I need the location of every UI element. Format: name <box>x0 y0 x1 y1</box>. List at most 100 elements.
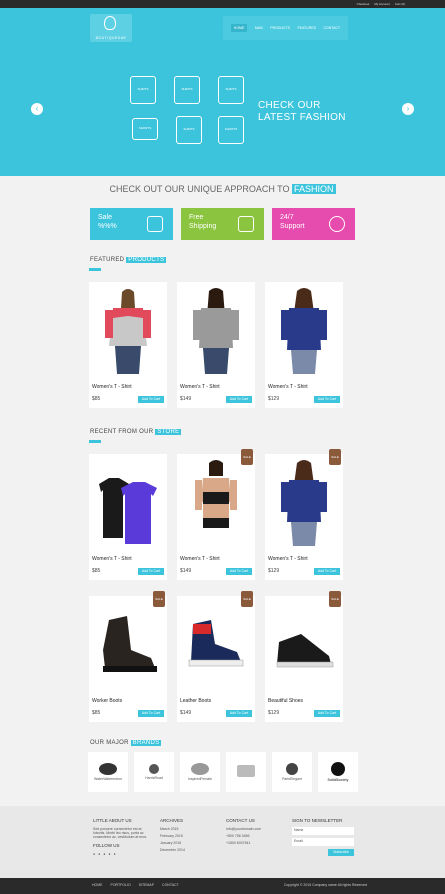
brand-logo[interactable]: WaterWatermelon <box>88 752 128 792</box>
brand-logo[interactable]: HarrisRoad <box>134 752 174 792</box>
product-name[interactable]: Women's T - Shirt <box>268 556 308 562</box>
tshirt-icon: SHIRTS <box>130 76 156 104</box>
product-card[interactable]: SALE Leather Boots $149 Add To Cart <box>177 591 255 722</box>
footer-link-portfolio[interactable]: PORTFOLIO <box>111 883 131 887</box>
product-name[interactable]: Beautiful Shoes <box>268 698 303 704</box>
product-card[interactable]: Women's T - Shirt $149 Add To Cart <box>177 282 255 408</box>
footer: LITTLE ABOUT US Sed posuere consectetur … <box>0 806 445 878</box>
archive-link[interactable]: March 2015 <box>160 827 185 831</box>
logo[interactable]: BOUTIQUEKAE <box>90 14 132 42</box>
hero-tagline: CHECK OUR LATEST FASHION <box>258 100 346 123</box>
product-name[interactable]: Worker Boots <box>92 698 122 704</box>
add-to-cart-button[interactable]: Add To Cart <box>314 568 340 575</box>
add-to-cart-button[interactable]: Add To Cart <box>314 710 340 717</box>
footer-nav: HOME PORTFOLIO SITEMAP CONTACT <box>92 883 179 887</box>
newsletter-email-input[interactable]: Email <box>292 838 354 846</box>
product-card[interactable]: Women's T - Shirt $129 Add To Cart <box>265 282 343 408</box>
tank-top-icon: SHIRTS <box>174 76 200 104</box>
sale-badge: SALE <box>153 591 165 607</box>
product-image <box>276 634 334 668</box>
nav-item-man[interactable]: MAN <box>255 26 263 30</box>
product-image <box>195 460 237 528</box>
product-name[interactable]: Women's T - Shirt <box>180 556 220 562</box>
product-card[interactable]: SALE Women's T - Shirt $149 Add To Cart <box>177 449 255 580</box>
road-icon <box>149 764 159 774</box>
newsletter-name-input[interactable]: Name <box>292 827 354 835</box>
product-name[interactable]: Women's T - Shirt <box>180 384 220 390</box>
footer-link-sitemap[interactable]: SITEMAP <box>139 883 154 887</box>
feature-free-shipping[interactable]: Free Shipping <box>181 208 264 240</box>
product-price: $85 <box>92 396 101 402</box>
bottom-bar: HOME PORTFOLIO SITEMAP CONTACT Copyright… <box>0 878 445 894</box>
brand-logo[interactable]: InspiredFemale <box>180 752 220 792</box>
logo-mark-icon <box>104 16 116 30</box>
twitter-icon[interactable]: ● <box>98 852 100 856</box>
brand-logo[interactable]: SolidSociety <box>318 752 358 792</box>
add-to-cart-button[interactable]: Add To Cart <box>314 396 340 403</box>
add-to-cart-button[interactable]: Add To Cart <box>226 396 252 403</box>
brand-logo[interactable]: ParisElegant <box>272 752 312 792</box>
product-image <box>193 288 239 374</box>
copyright-text: Copyright © 2015 Company name All rights… <box>283 883 367 887</box>
product-card[interactable]: Women's T - Shirt $85 Add To Cart <box>89 454 167 580</box>
add-to-cart-button[interactable]: Add To Cart <box>226 710 252 717</box>
footer-link-contact[interactable]: CONTACT <box>162 883 179 887</box>
society-icon <box>331 762 345 776</box>
footer-contact: CONTACT US info@yourdomain.com +800 756 … <box>226 818 262 845</box>
product-name[interactable]: Women's T - Shirt <box>92 556 132 562</box>
facebook-icon[interactable]: ● <box>93 852 95 856</box>
footer-link-home[interactable]: HOME <box>92 883 103 887</box>
product-name[interactable]: Women's T - Shirt <box>92 384 132 390</box>
product-price: $149 <box>180 710 192 716</box>
subscribe-button[interactable]: Subscribe <box>328 849 354 856</box>
logo-text: BOUTIQUEKAE <box>95 36 127 40</box>
feature-sale[interactable]: Sale%%% <box>90 208 173 240</box>
product-name[interactable]: Women's T - Shirt <box>268 384 308 390</box>
cart-link[interactable]: Cart (0) <box>395 0 405 8</box>
google-plus-icon[interactable]: ● <box>103 852 105 856</box>
product-price: $85 <box>92 710 101 716</box>
section-underline <box>89 440 101 443</box>
major-brands-title: OUR MAJOR BRANDS <box>90 740 162 746</box>
approach-heading: CHECK OUT OUR UNIQUE APPROACH TO FASHION <box>109 184 336 194</box>
brand-logo[interactable] <box>226 752 266 792</box>
product-card[interactable]: SALE Women's T - Shirt $129 Add To Cart <box>265 449 343 580</box>
add-to-cart-button[interactable]: Add To Cart <box>138 396 164 403</box>
my-account-link[interactable]: My Account <box>374 0 390 8</box>
archive-link[interactable]: December 2014 <box>160 848 185 852</box>
product-price: $149 <box>180 568 192 574</box>
recent-store-title: RECENT FROM OUR STORE <box>90 429 182 435</box>
slider-next-arrow-icon[interactable]: › <box>402 103 414 115</box>
product-image <box>99 478 157 544</box>
footer-newsletter: SIGN TO NEWSLETTER Name Email Subscribe <box>292 818 354 856</box>
slider-prev-arrow-icon[interactable]: ‹ <box>31 103 43 115</box>
nav-item-contact[interactable]: CONTACT <box>324 26 341 30</box>
footer-about: LITTLE ABOUT US Sed posuere consectetur … <box>93 818 148 856</box>
product-card[interactable]: SALE Beautiful Shoes $129 Add To Cart <box>265 591 343 722</box>
sale-badge: SALE <box>241 591 253 607</box>
contact-phone: +800 756 3456 <box>226 834 250 838</box>
contact-email[interactable]: info@yourdomain.com <box>226 827 261 831</box>
feature-support[interactable]: 24/7 Support <box>272 208 355 240</box>
checkout-link[interactable]: Checkout <box>357 0 370 8</box>
archive-link[interactable]: January 2015 <box>160 841 185 845</box>
section-underline <box>89 268 101 271</box>
add-to-cart-button[interactable]: Add To Cart <box>138 710 164 717</box>
product-name[interactable]: Leather Boots <box>180 698 211 704</box>
product-price: $129 <box>268 710 280 716</box>
add-to-cart-button[interactable]: Add To Cart <box>226 568 252 575</box>
nav-item-home[interactable]: HOME <box>230 24 248 32</box>
nav-item-features[interactable]: FEATURES <box>298 26 316 30</box>
nav-item-products[interactable]: PRODUCTS <box>270 26 290 30</box>
gift-box-icon <box>238 216 254 232</box>
add-to-cart-button[interactable]: Add To Cart <box>138 568 164 575</box>
product-card[interactable]: SALE Worker Boots $85 Add To Cart <box>89 591 167 722</box>
rss-icon[interactable]: ● <box>114 852 116 856</box>
elegant-icon <box>286 763 298 775</box>
pinterest-icon[interactable]: ● <box>108 852 110 856</box>
product-card[interactable]: Women's T - Shirt $85 Add To Cart <box>89 282 167 408</box>
product-image <box>105 289 151 374</box>
archive-link[interactable]: February 2015 <box>160 834 185 838</box>
dress-icon: SHIRTS <box>176 116 202 144</box>
footer-archives: ARCHIVES March 2015 February 2015 Januar… <box>160 818 185 852</box>
